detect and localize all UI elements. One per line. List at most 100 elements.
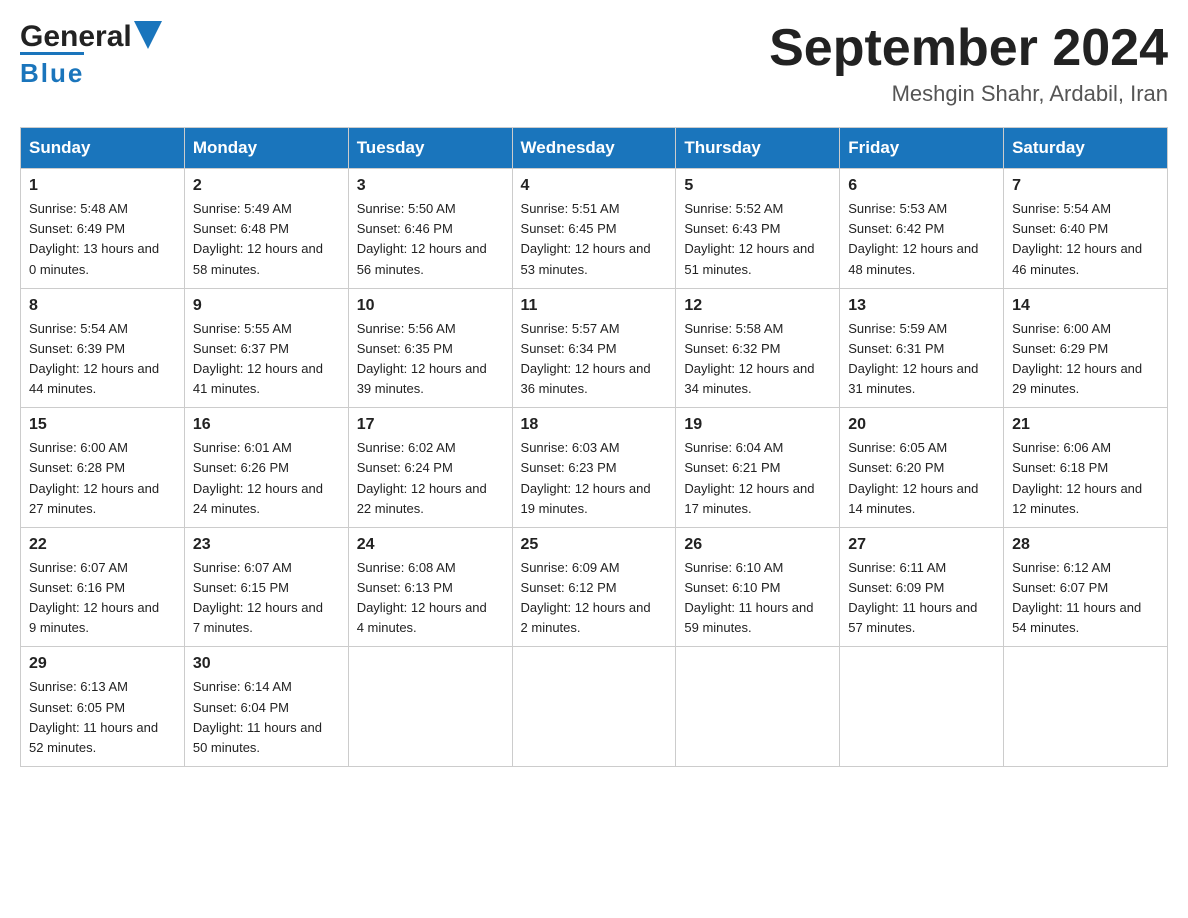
- day-number: 26: [684, 536, 831, 554]
- table-row: 29 Sunrise: 6:13 AM Sunset: 6:05 PM Dayl…: [21, 647, 185, 767]
- table-row: 12 Sunrise: 5:58 AM Sunset: 6:32 PM Dayl…: [676, 288, 840, 408]
- day-number: 10: [357, 297, 504, 315]
- day-number: 9: [193, 297, 340, 315]
- calendar-title: September 2024: [769, 20, 1168, 77]
- table-row: 10 Sunrise: 5:56 AM Sunset: 6:35 PM Dayl…: [348, 288, 512, 408]
- day-info: Sunrise: 6:10 AM Sunset: 6:10 PM Dayligh…: [684, 558, 831, 639]
- table-row: 19 Sunrise: 6:04 AM Sunset: 6:21 PM Dayl…: [676, 408, 840, 528]
- day-number: 16: [193, 416, 340, 434]
- day-number: 13: [848, 297, 995, 315]
- col-monday: Monday: [184, 128, 348, 169]
- day-number: 25: [521, 536, 668, 554]
- day-info: Sunrise: 5:57 AM Sunset: 6:34 PM Dayligh…: [521, 319, 668, 400]
- table-row: 20 Sunrise: 6:05 AM Sunset: 6:20 PM Dayl…: [840, 408, 1004, 528]
- calendar-week-row: 29 Sunrise: 6:13 AM Sunset: 6:05 PM Dayl…: [21, 647, 1168, 767]
- day-number: 11: [521, 297, 668, 315]
- day-info: Sunrise: 5:55 AM Sunset: 6:37 PM Dayligh…: [193, 319, 340, 400]
- table-row: 23 Sunrise: 6:07 AM Sunset: 6:15 PM Dayl…: [184, 527, 348, 647]
- table-row: [512, 647, 676, 767]
- calendar-week-row: 8 Sunrise: 5:54 AM Sunset: 6:39 PM Dayli…: [21, 288, 1168, 408]
- logo-triangle-icon: [134, 21, 162, 49]
- calendar-week-row: 22 Sunrise: 6:07 AM Sunset: 6:16 PM Dayl…: [21, 527, 1168, 647]
- table-row: 26 Sunrise: 6:10 AM Sunset: 6:10 PM Dayl…: [676, 527, 840, 647]
- table-row: 6 Sunrise: 5:53 AM Sunset: 6:42 PM Dayli…: [840, 169, 1004, 289]
- page-header: General Blue September 2024 Meshgin Shah…: [20, 20, 1168, 107]
- day-info: Sunrise: 5:59 AM Sunset: 6:31 PM Dayligh…: [848, 319, 995, 400]
- day-info: Sunrise: 5:54 AM Sunset: 6:39 PM Dayligh…: [29, 319, 176, 400]
- day-number: 2: [193, 177, 340, 195]
- table-row: 9 Sunrise: 5:55 AM Sunset: 6:37 PM Dayli…: [184, 288, 348, 408]
- day-info: Sunrise: 5:48 AM Sunset: 6:49 PM Dayligh…: [29, 199, 176, 280]
- day-number: 15: [29, 416, 176, 434]
- day-info: Sunrise: 5:58 AM Sunset: 6:32 PM Dayligh…: [684, 319, 831, 400]
- day-number: 1: [29, 177, 176, 195]
- table-row: 24 Sunrise: 6:08 AM Sunset: 6:13 PM Dayl…: [348, 527, 512, 647]
- calendar-subtitle: Meshgin Shahr, Ardabil, Iran: [769, 81, 1168, 107]
- day-number: 27: [848, 536, 995, 554]
- day-number: 5: [684, 177, 831, 195]
- table-row: 22 Sunrise: 6:07 AM Sunset: 6:16 PM Dayl…: [21, 527, 185, 647]
- col-tuesday: Tuesday: [348, 128, 512, 169]
- calendar-week-row: 15 Sunrise: 6:00 AM Sunset: 6:28 PM Dayl…: [21, 408, 1168, 528]
- day-info: Sunrise: 6:08 AM Sunset: 6:13 PM Dayligh…: [357, 558, 504, 639]
- day-info: Sunrise: 5:49 AM Sunset: 6:48 PM Dayligh…: [193, 199, 340, 280]
- table-row: 1 Sunrise: 5:48 AM Sunset: 6:49 PM Dayli…: [21, 169, 185, 289]
- day-number: 12: [684, 297, 831, 315]
- table-row: 7 Sunrise: 5:54 AM Sunset: 6:40 PM Dayli…: [1004, 169, 1168, 289]
- day-number: 28: [1012, 536, 1159, 554]
- day-info: Sunrise: 5:53 AM Sunset: 6:42 PM Dayligh…: [848, 199, 995, 280]
- day-info: Sunrise: 5:51 AM Sunset: 6:45 PM Dayligh…: [521, 199, 668, 280]
- table-row: 28 Sunrise: 6:12 AM Sunset: 6:07 PM Dayl…: [1004, 527, 1168, 647]
- table-row: 15 Sunrise: 6:00 AM Sunset: 6:28 PM Dayl…: [21, 408, 185, 528]
- day-number: 8: [29, 297, 176, 315]
- table-row: [348, 647, 512, 767]
- day-number: 21: [1012, 416, 1159, 434]
- col-sunday: Sunday: [21, 128, 185, 169]
- table-row: 4 Sunrise: 5:51 AM Sunset: 6:45 PM Dayli…: [512, 169, 676, 289]
- day-info: Sunrise: 6:02 AM Sunset: 6:24 PM Dayligh…: [357, 438, 504, 519]
- table-row: 14 Sunrise: 6:00 AM Sunset: 6:29 PM Dayl…: [1004, 288, 1168, 408]
- day-info: Sunrise: 5:50 AM Sunset: 6:46 PM Dayligh…: [357, 199, 504, 280]
- day-number: 7: [1012, 177, 1159, 195]
- title-section: September 2024 Meshgin Shahr, Ardabil, I…: [769, 20, 1168, 107]
- calendar-week-row: 1 Sunrise: 5:48 AM Sunset: 6:49 PM Dayli…: [21, 169, 1168, 289]
- day-number: 24: [357, 536, 504, 554]
- table-row: [840, 647, 1004, 767]
- table-row: 8 Sunrise: 5:54 AM Sunset: 6:39 PM Dayli…: [21, 288, 185, 408]
- day-number: 20: [848, 416, 995, 434]
- day-number: 19: [684, 416, 831, 434]
- table-row: 25 Sunrise: 6:09 AM Sunset: 6:12 PM Dayl…: [512, 527, 676, 647]
- day-info: Sunrise: 6:03 AM Sunset: 6:23 PM Dayligh…: [521, 438, 668, 519]
- logo-general: General: [20, 20, 132, 54]
- table-row: 5 Sunrise: 5:52 AM Sunset: 6:43 PM Dayli…: [676, 169, 840, 289]
- table-row: 17 Sunrise: 6:02 AM Sunset: 6:24 PM Dayl…: [348, 408, 512, 528]
- day-info: Sunrise: 6:05 AM Sunset: 6:20 PM Dayligh…: [848, 438, 995, 519]
- table-row: 11 Sunrise: 5:57 AM Sunset: 6:34 PM Dayl…: [512, 288, 676, 408]
- day-info: Sunrise: 6:13 AM Sunset: 6:05 PM Dayligh…: [29, 677, 176, 758]
- day-number: 6: [848, 177, 995, 195]
- day-info: Sunrise: 5:56 AM Sunset: 6:35 PM Dayligh…: [357, 319, 504, 400]
- table-row: 27 Sunrise: 6:11 AM Sunset: 6:09 PM Dayl…: [840, 527, 1004, 647]
- day-number: 23: [193, 536, 340, 554]
- table-row: 2 Sunrise: 5:49 AM Sunset: 6:48 PM Dayli…: [184, 169, 348, 289]
- day-info: Sunrise: 6:06 AM Sunset: 6:18 PM Dayligh…: [1012, 438, 1159, 519]
- day-info: Sunrise: 6:00 AM Sunset: 6:28 PM Dayligh…: [29, 438, 176, 519]
- col-saturday: Saturday: [1004, 128, 1168, 169]
- logo: General Blue: [20, 20, 162, 89]
- day-number: 4: [521, 177, 668, 195]
- table-row: 16 Sunrise: 6:01 AM Sunset: 6:26 PM Dayl…: [184, 408, 348, 528]
- table-row: [676, 647, 840, 767]
- table-row: 13 Sunrise: 5:59 AM Sunset: 6:31 PM Dayl…: [840, 288, 1004, 408]
- day-info: Sunrise: 5:52 AM Sunset: 6:43 PM Dayligh…: [684, 199, 831, 280]
- day-info: Sunrise: 6:01 AM Sunset: 6:26 PM Dayligh…: [193, 438, 340, 519]
- day-info: Sunrise: 5:54 AM Sunset: 6:40 PM Dayligh…: [1012, 199, 1159, 280]
- logo-blue: Blue: [20, 58, 84, 88]
- col-wednesday: Wednesday: [512, 128, 676, 169]
- day-number: 3: [357, 177, 504, 195]
- day-info: Sunrise: 6:00 AM Sunset: 6:29 PM Dayligh…: [1012, 319, 1159, 400]
- day-number: 30: [193, 655, 340, 673]
- day-info: Sunrise: 6:12 AM Sunset: 6:07 PM Dayligh…: [1012, 558, 1159, 639]
- day-number: 17: [357, 416, 504, 434]
- day-number: 29: [29, 655, 176, 673]
- day-info: Sunrise: 6:04 AM Sunset: 6:21 PM Dayligh…: [684, 438, 831, 519]
